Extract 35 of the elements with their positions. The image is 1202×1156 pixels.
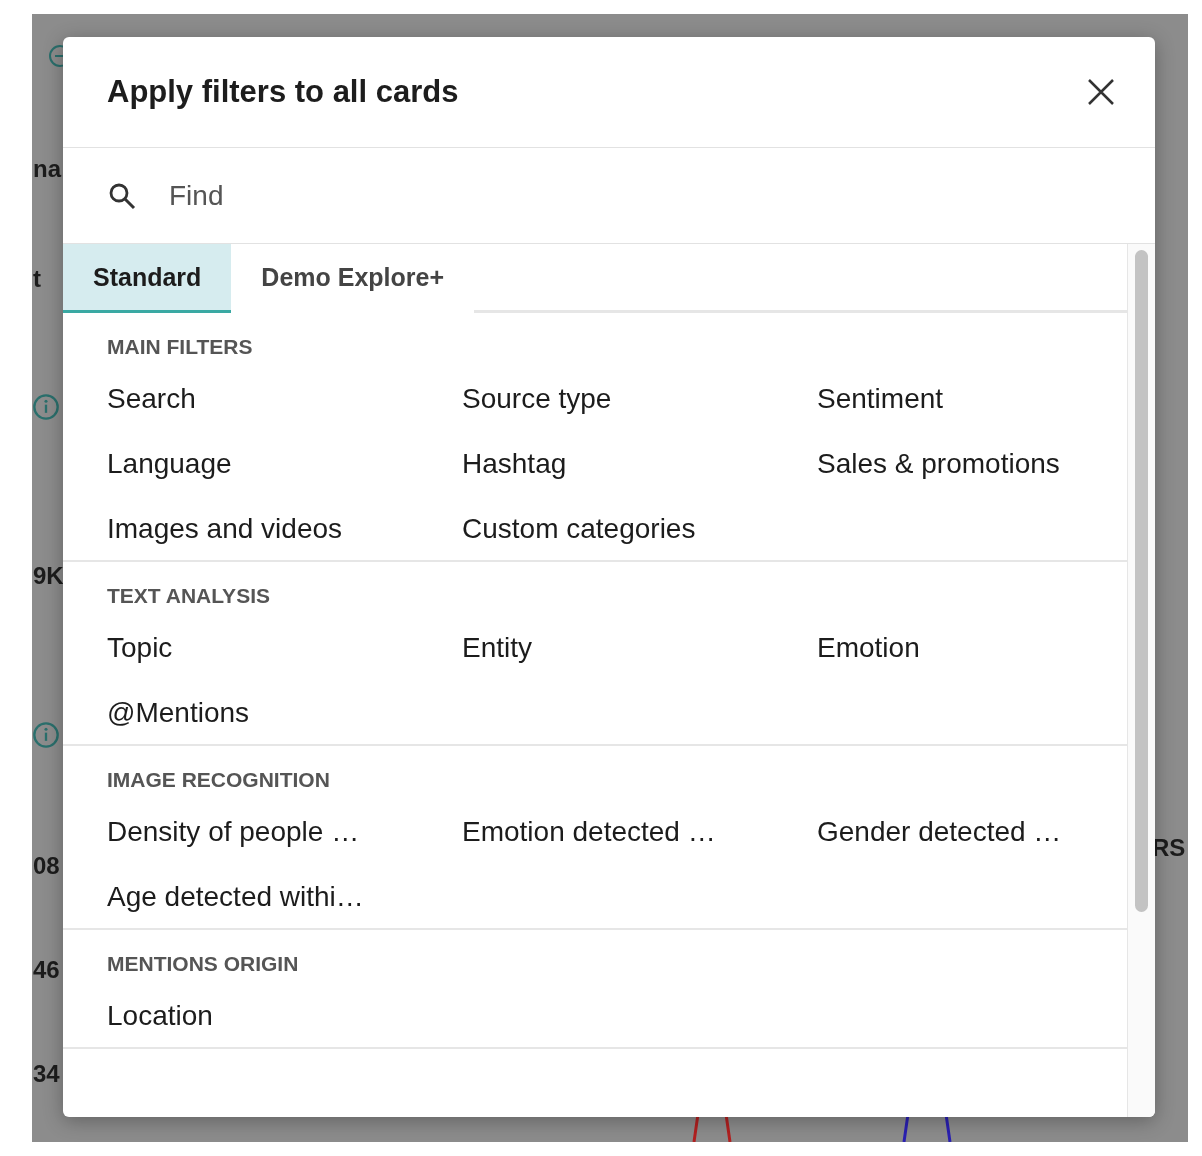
filter-option[interactable]: Age detected withi… <box>107 879 462 914</box>
filter-option[interactable]: Density of people … <box>107 814 462 849</box>
background-text: 46 <box>33 956 60 984</box>
background-text: na <box>33 155 61 183</box>
section-heading: MAIN FILTERS <box>107 335 254 359</box>
filter-option[interactable]: Emotion detected … <box>462 814 817 849</box>
section-heading: IMAGE RECOGNITION <box>107 768 331 792</box>
chart-line-drawing <box>692 1114 732 1142</box>
filter-option[interactable]: Images and videos <box>107 511 462 546</box>
dialog-title: Apply filters to all cards <box>107 74 459 110</box>
background-text: 34 <box>33 1060 60 1088</box>
filter-option[interactable]: Custom categories <box>462 511 817 546</box>
filter-option[interactable]: Location <box>107 998 462 1033</box>
filter-option[interactable]: Hashtag <box>462 446 817 481</box>
filter-option[interactable]: Source type <box>462 381 817 416</box>
background-text: 9K <box>33 562 64 590</box>
section-heading: MENTIONS ORIGIN <box>107 952 300 976</box>
filter-option[interactable]: Entity <box>462 630 817 665</box>
background-text: 08 <box>33 852 60 880</box>
filter-option[interactable]: Topic <box>107 630 462 665</box>
close-icon[interactable] <box>1086 77 1116 107</box>
chart-line-drawing <box>902 1114 952 1142</box>
filter-option[interactable]: Search <box>107 381 462 416</box>
filter-option[interactable]: Sentiment <box>817 381 1083 416</box>
background-text: t <box>33 265 41 293</box>
filter-option[interactable]: Language <box>107 446 462 481</box>
filter-tab[interactable]: Standard <box>63 244 232 313</box>
filter-option[interactable]: @Mentions <box>107 695 462 730</box>
filter-option[interactable]: Sales & promotions <box>817 446 1083 481</box>
filter-option[interactable]: Emotion <box>817 630 1083 665</box>
section-heading: TEXT ANALYSIS <box>107 584 271 608</box>
info-icon <box>32 721 60 749</box>
info-icon <box>32 393 60 421</box>
scrollbar[interactable] <box>1127 244 1155 1117</box>
filter-option[interactable]: Gender detected … <box>817 814 1083 849</box>
